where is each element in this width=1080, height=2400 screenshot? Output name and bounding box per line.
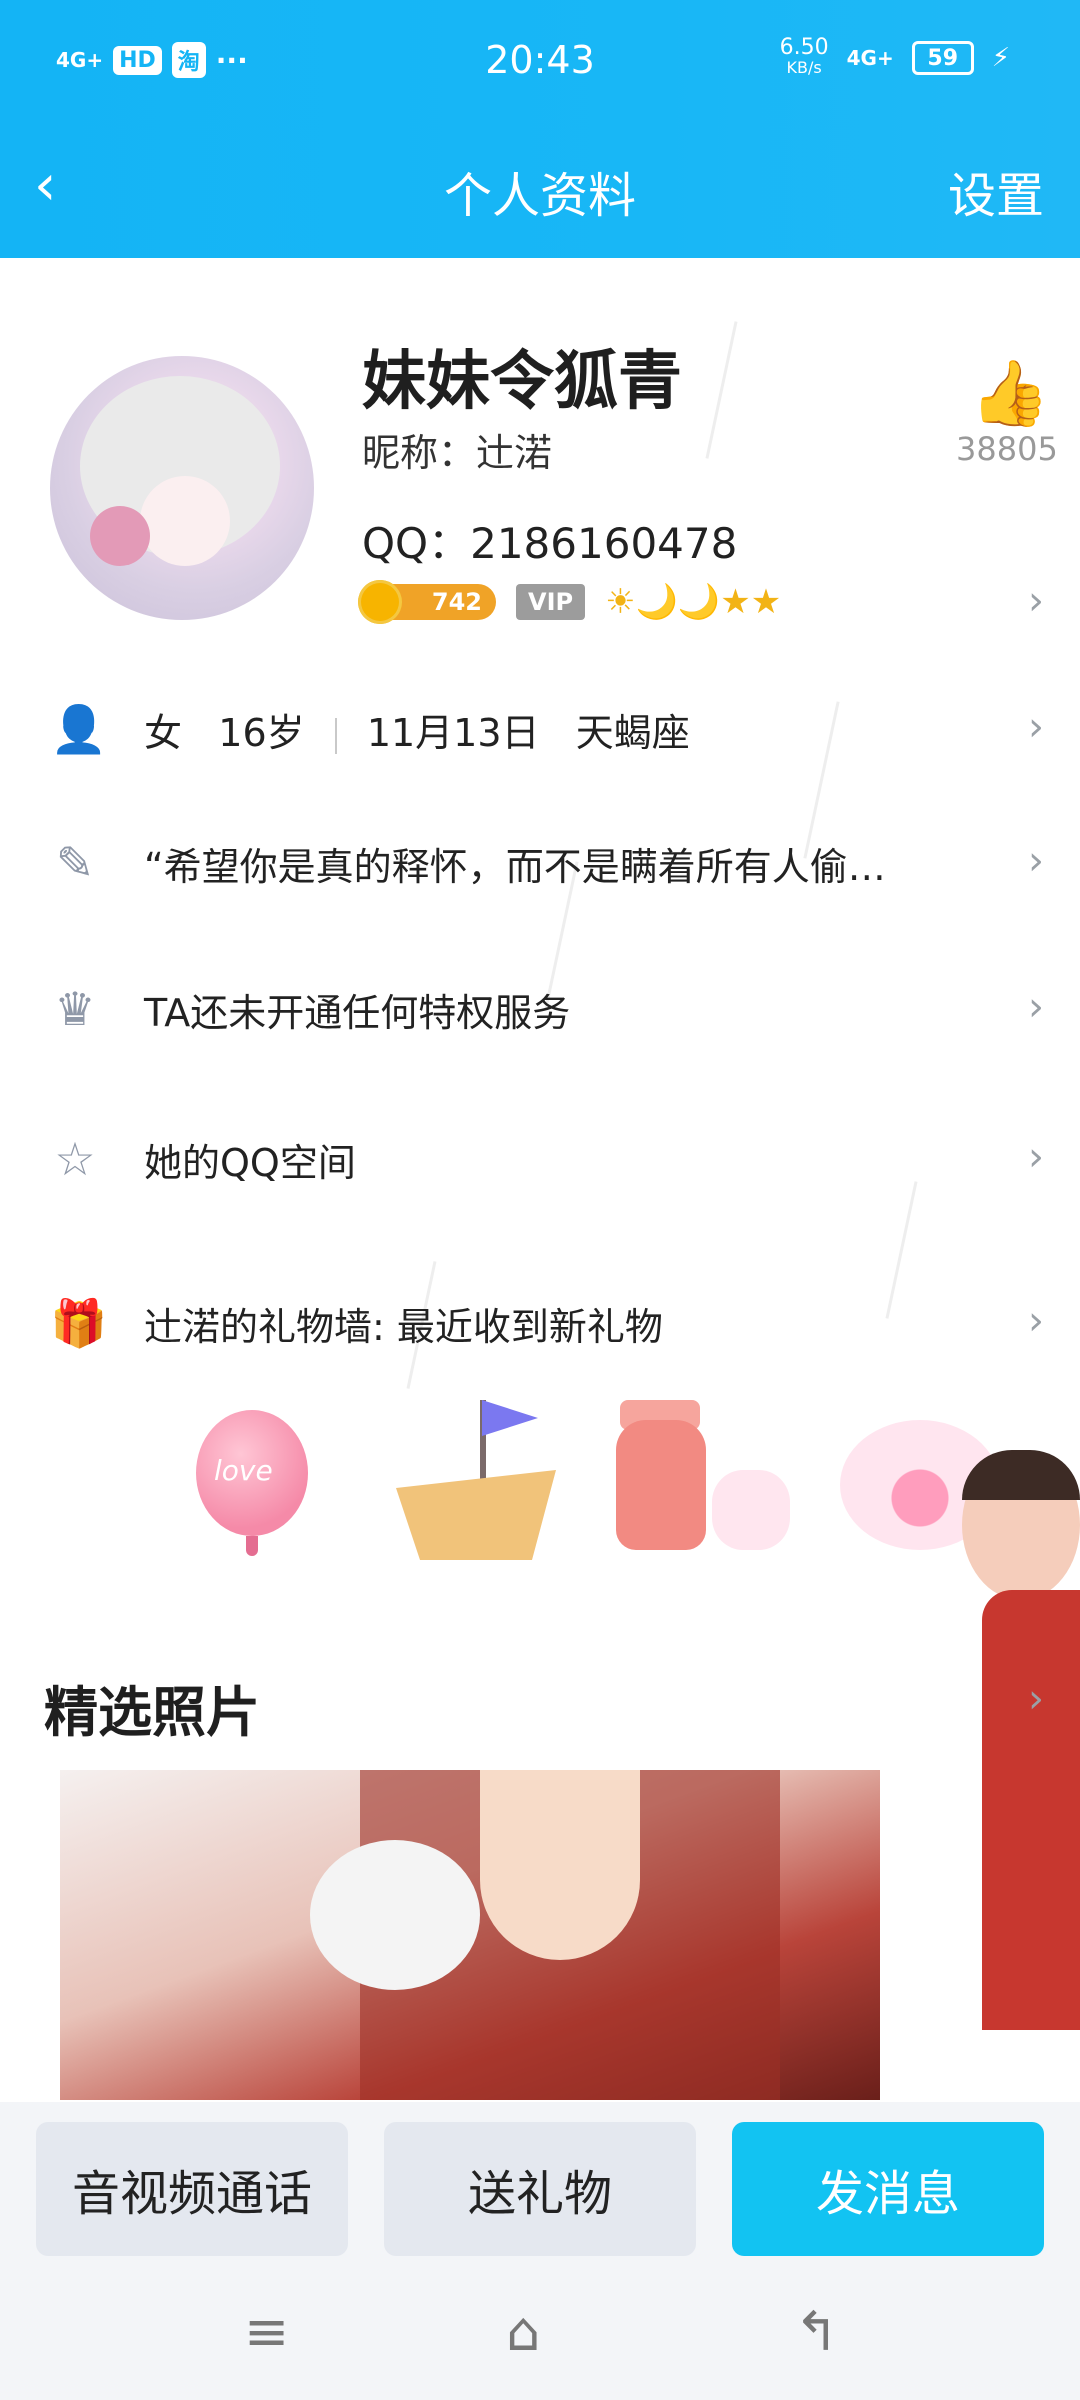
badge-row[interactable]: 742 VIP ☀🌙🌙★★ (358, 580, 782, 624)
chevron-right-icon: › (1028, 1298, 1044, 1344)
battery-level: 59 (927, 45, 959, 71)
status-right: 6.50 KB/s 4G+ 59 ⚡ (779, 35, 1010, 78)
network-speed-value: 6.50 (779, 35, 829, 60)
birthday: 11月13日 (366, 711, 540, 755)
privilege-text: TA还未开通任何特权服务 (144, 991, 571, 1035)
gift-bunny[interactable] (712, 1470, 790, 1550)
crown-icon: ♛ (54, 982, 96, 1036)
coin-badge: 742 (358, 580, 496, 624)
basic-info-row[interactable]: 👤 女 16岁 11月13日 天蝎座 › (0, 682, 1080, 782)
qq-number: QQ：2186160478 (362, 519, 738, 568)
chevron-right-icon: › (1028, 1134, 1044, 1180)
system-nav-bar: ≡ ⌂ ↰ (0, 2300, 1080, 2380)
signature-text: “希望你是真的释怀，而不是瞒着所有人偷… (144, 845, 886, 889)
send-message-button[interactable]: 发消息 (732, 2122, 1044, 2256)
menu-icon[interactable]: ≡ (244, 2300, 289, 2363)
network-speed-unit: KB/s (786, 58, 822, 77)
video-call-button[interactable]: 音视频通话 (36, 2122, 348, 2256)
charging-icon: ⚡ (991, 43, 1010, 73)
zodiac: 天蝎座 (575, 711, 690, 755)
gift-wall-text: 辻渃的礼物墙: 最近收到新礼物 (144, 1305, 663, 1349)
character-hair (962, 1450, 1080, 1500)
vip-badge: VIP (516, 584, 586, 620)
like-count: 38805 (956, 430, 1058, 468)
chevron-right-icon[interactable]: › (1028, 578, 1044, 624)
chevron-right-icon: › (1028, 838, 1044, 884)
gift-wall-row[interactable]: 🎁 辻渃的礼物墙: 最近收到新礼物 › (0, 1276, 1080, 1376)
system-back-icon[interactable]: ↰ (794, 2300, 839, 2363)
pencil-icon: ✎ (55, 836, 95, 890)
photo-face (480, 1770, 640, 1960)
avatar[interactable] (50, 356, 314, 620)
header-bar: 4G+ HD 淘 ··· 20:43 6.50 KB/s 4G+ 59 ⚡ ‹ … (0, 0, 1080, 258)
display-name: 妹妹令狐青 (362, 345, 682, 419)
coin-icon (358, 580, 402, 624)
status-bar: 4G+ HD 淘 ··· 20:43 6.50 KB/s 4G+ 59 ⚡ (0, 30, 1080, 90)
settings-button[interactable]: 设置 (948, 156, 1044, 226)
nickname: 昵称：辻渃 (362, 431, 553, 475)
qzone-text: 她的QQ空间 (144, 1141, 356, 1185)
privilege-row[interactable]: ♛ TA还未开通任何特权服务 › (0, 962, 1080, 1062)
send-gift-button[interactable]: 送礼物 (384, 2122, 696, 2256)
qzone-row[interactable]: ☆ 她的QQ空间 › (0, 1112, 1080, 1212)
chevron-right-icon: › (1028, 984, 1044, 1030)
photo-cat (310, 1840, 480, 1990)
character-body (982, 1590, 1080, 2030)
qzone-star-icon: ☆ (54, 1132, 96, 1186)
balloon-text: love (214, 1454, 273, 1487)
balloon-string (246, 1536, 258, 1556)
featured-photo[interactable] (60, 1770, 880, 2100)
gift-flower-jar[interactable] (616, 1420, 706, 1550)
featured-photos-title: 精选照片 (44, 1681, 260, 1744)
gift-box-icon: 🎁 (50, 1296, 108, 1350)
coin-count: 742 (431, 588, 482, 616)
basic-info: 女 16岁 11月13日 天蝎座 (144, 702, 690, 757)
network-right-label: 4G+ (846, 46, 894, 70)
age: 16岁 (218, 711, 305, 755)
gift-paper-boat[interactable] (396, 1470, 556, 1560)
avatar-bow (90, 506, 150, 566)
network-speed: 6.50 KB/s (779, 35, 829, 78)
page-title: 个人资料 (443, 168, 636, 224)
nav-bar: ‹ 个人资料 设置 (0, 148, 1080, 228)
battery-icon: 59 (911, 41, 974, 75)
avatar-face (140, 476, 230, 566)
thumbs-up-icon[interactable]: 👍 (970, 356, 1050, 431)
floating-avatar-character[interactable] (962, 1450, 1080, 2030)
home-icon[interactable]: ⌂ (506, 2300, 540, 2363)
level-icons: ☀🌙🌙★★ (605, 582, 782, 622)
person-icon: 👤 (50, 702, 108, 756)
gender: 女 (144, 711, 183, 755)
signature-row[interactable]: ✎ “希望你是真的释怀，而不是瞒着所有人偷… › (0, 816, 1080, 916)
gift-boat-flag (482, 1400, 538, 1436)
chevron-right-icon: › (1028, 704, 1044, 750)
gift-love-balloon[interactable]: love (196, 1410, 308, 1536)
divider (334, 717, 337, 754)
rain-streak (705, 321, 738, 459)
chevron-right-icon[interactable]: › (1028, 1676, 1044, 1722)
